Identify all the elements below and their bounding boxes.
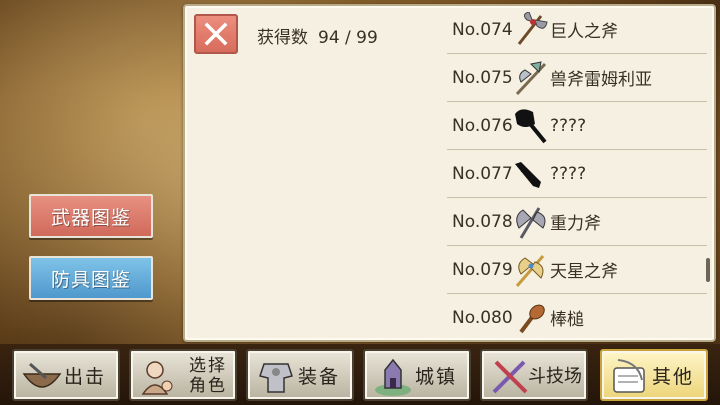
- double-axe-icon: [517, 12, 548, 45]
- castle-icon: [375, 358, 411, 396]
- nav-label: 城镇: [415, 365, 458, 388]
- list-item[interactable]: No.076 ????: [447, 102, 707, 150]
- item-name: 天星之斧: [550, 262, 618, 282]
- close-button[interactable]: [194, 14, 238, 54]
- list-scrollbar[interactable]: [706, 258, 710, 282]
- armor-catalog-button[interactable]: 防具图鉴: [29, 256, 153, 300]
- item-name: ????: [550, 115, 587, 136]
- obtained-count-value: 94 / 99: [318, 28, 378, 48]
- gravity-axe-icon: [516, 207, 546, 239]
- nav-label-line2: 角色: [189, 376, 227, 396]
- close-icon: [204, 22, 228, 46]
- obtained-count: 获得数 94 / 99: [257, 23, 378, 48]
- nav-other-button[interactable]: 其他: [600, 349, 708, 401]
- list-item[interactable]: No.074 巨人之斧: [447, 6, 707, 54]
- catalog-panel: 获得数 94 / 99 No.074 巨人之斧 No.075 兽斧雷姆利亚 No.…: [183, 4, 716, 342]
- unknown-silhouette-icon: [515, 109, 547, 144]
- beast-axe-icon: [515, 61, 547, 96]
- armor-icon: [259, 363, 293, 393]
- crossed-swords-icon: [492, 360, 528, 394]
- weapon-catalog-button[interactable]: 武器图鉴: [29, 194, 153, 238]
- unknown-silhouette-icon: [515, 162, 541, 188]
- nav-label: 其他: [652, 365, 695, 388]
- nav-equipment-button[interactable]: 装备: [246, 349, 354, 401]
- item-number: No.075: [452, 67, 513, 88]
- item-number: No.079: [452, 259, 513, 280]
- list-item[interactable]: No.080 棒槌: [447, 294, 707, 340]
- item-number: No.078: [452, 211, 513, 232]
- list-item[interactable]: No.075 兽斧雷姆利亚: [447, 54, 707, 102]
- nav-label: 斗技场: [528, 366, 582, 387]
- item-number: No.077: [452, 163, 513, 184]
- nav-sortie-button[interactable]: 出击: [12, 349, 120, 401]
- item-name: ????: [550, 163, 587, 184]
- star-axe-icon: [515, 255, 545, 287]
- nav-arena-button[interactable]: 斗技场: [480, 349, 588, 401]
- item-name: 兽斧雷姆利亚: [550, 70, 652, 90]
- nav-select-character-button[interactable]: 选择 角色: [129, 349, 237, 401]
- bowl-icon: [22, 362, 62, 388]
- list-item[interactable]: No.079 天星之斧: [447, 246, 707, 294]
- scroll-feather-icon: [613, 359, 645, 393]
- nav-label-line1: 选择: [189, 356, 227, 376]
- character-portrait-icon: [141, 361, 173, 395]
- item-name: 棒槌: [550, 310, 584, 330]
- item-name: 重力斧: [550, 214, 601, 234]
- weapon-list[interactable]: No.074 巨人之斧 No.075 兽斧雷姆利亚 No.076 ???? No…: [447, 6, 707, 340]
- nav-label: 出击: [64, 365, 107, 388]
- item-number: No.074: [452, 19, 513, 40]
- item-number: No.076: [452, 115, 513, 136]
- item-number: No.080: [452, 307, 513, 328]
- club-icon: [519, 304, 545, 334]
- item-name: 巨人之斧: [550, 22, 618, 42]
- nav-town-button[interactable]: 城镇: [363, 349, 471, 401]
- list-item[interactable]: No.077 ????: [447, 150, 707, 198]
- obtained-count-label: 获得数: [257, 28, 308, 48]
- nav-label: 装备: [298, 365, 341, 388]
- list-item[interactable]: No.078 重力斧: [447, 198, 707, 246]
- nav-label: 选择 角色: [181, 356, 235, 396]
